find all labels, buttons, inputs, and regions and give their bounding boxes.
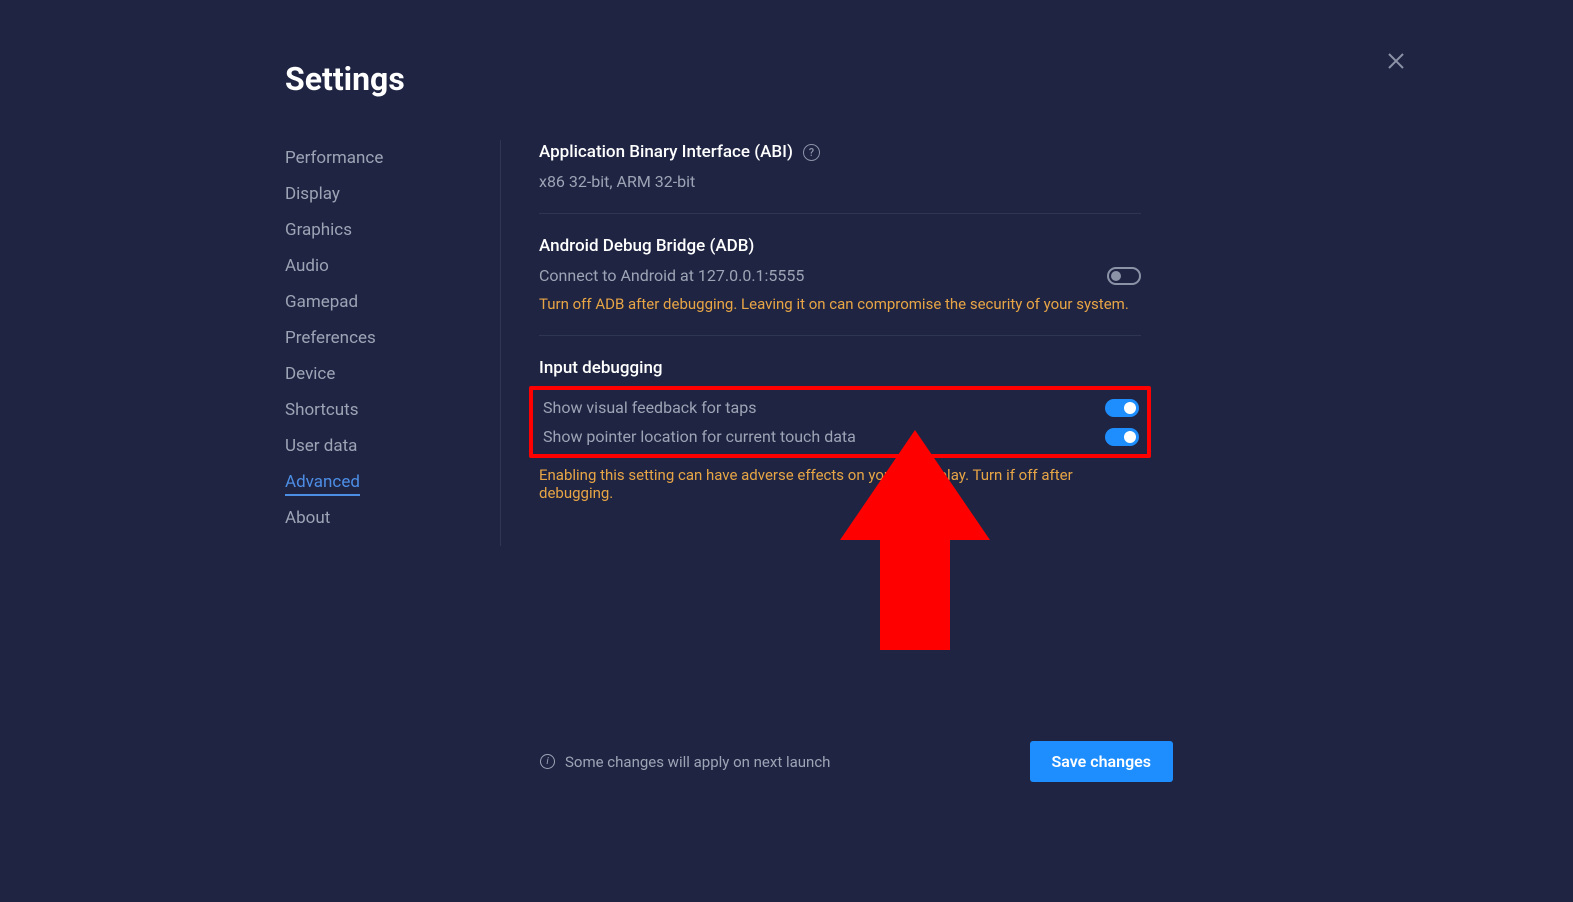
help-icon[interactable]: ? <box>803 144 820 161</box>
sidebar-item-preferences[interactable]: Preferences <box>285 320 480 356</box>
sidebar-item-audio[interactable]: Audio <box>285 248 480 284</box>
sidebar-item-label: Advanced <box>285 472 360 496</box>
page-title: Settings <box>285 60 1293 98</box>
sidebar-item-advanced[interactable]: Advanced <box>285 464 480 500</box>
adb-warning: Turn off ADB after debugging. Leaving it… <box>539 295 1141 313</box>
sidebar-item-user-data[interactable]: User data <box>285 428 480 464</box>
input-debugging-title: Input debugging <box>539 358 1141 378</box>
sidebar: Performance Display Graphics Audio Gamep… <box>285 140 501 546</box>
sidebar-item-label: Gamepad <box>285 292 358 312</box>
sidebar-item-label: User data <box>285 436 357 456</box>
sidebar-item-label: About <box>285 508 330 528</box>
footer-note: i Some changes will apply on next launch <box>540 753 830 771</box>
sidebar-item-label: Shortcuts <box>285 400 359 420</box>
sidebar-item-label: Graphics <box>285 220 352 240</box>
sidebar-item-about[interactable]: About <box>285 500 480 536</box>
abi-section: Application Binary Interface (ABI) ? x86… <box>539 142 1141 214</box>
footer-note-text: Some changes will apply on next launch <box>565 753 830 771</box>
close-button[interactable] <box>1387 52 1405 75</box>
sidebar-item-label: Audio <box>285 256 329 276</box>
adb-desc: Connect to Android at 127.0.0.1:5555 <box>539 266 804 285</box>
sidebar-item-display[interactable]: Display <box>285 176 480 212</box>
sidebar-item-graphics[interactable]: Graphics <box>285 212 480 248</box>
sidebar-item-label: Device <box>285 364 335 384</box>
abi-title-row: Application Binary Interface (ABI) ? <box>539 142 1141 162</box>
footer: i Some changes will apply on next launch… <box>540 741 1173 782</box>
annotation-arrow-icon <box>840 430 990 660</box>
visual-feedback-toggle[interactable] <box>1105 399 1139 417</box>
sidebar-item-label: Display <box>285 184 340 204</box>
abi-title: Application Binary Interface (ABI) <box>539 142 793 162</box>
abi-value: x86 32-bit, ARM 32-bit <box>539 172 1141 191</box>
pointer-location-toggle[interactable] <box>1105 428 1139 446</box>
sidebar-item-shortcuts[interactable]: Shortcuts <box>285 392 480 428</box>
sidebar-item-label: Performance <box>285 148 383 168</box>
pointer-location-label: Show pointer location for current touch … <box>543 427 856 446</box>
adb-title: Android Debug Bridge (ADB) <box>539 236 1141 256</box>
sidebar-item-label: Preferences <box>285 328 376 348</box>
main-panel: Application Binary Interface (ABI) ? x86… <box>501 140 1141 546</box>
adb-section: Android Debug Bridge (ADB) Connect to An… <box>539 236 1141 336</box>
save-button[interactable]: Save changes <box>1030 741 1173 782</box>
sidebar-item-gamepad[interactable]: Gamepad <box>285 284 480 320</box>
adb-toggle[interactable] <box>1107 267 1141 285</box>
sidebar-item-device[interactable]: Device <box>285 356 480 392</box>
visual-feedback-label: Show visual feedback for taps <box>543 398 756 417</box>
info-icon: i <box>540 754 555 769</box>
close-icon <box>1387 52 1405 70</box>
sidebar-item-performance[interactable]: Performance <box>285 140 480 176</box>
